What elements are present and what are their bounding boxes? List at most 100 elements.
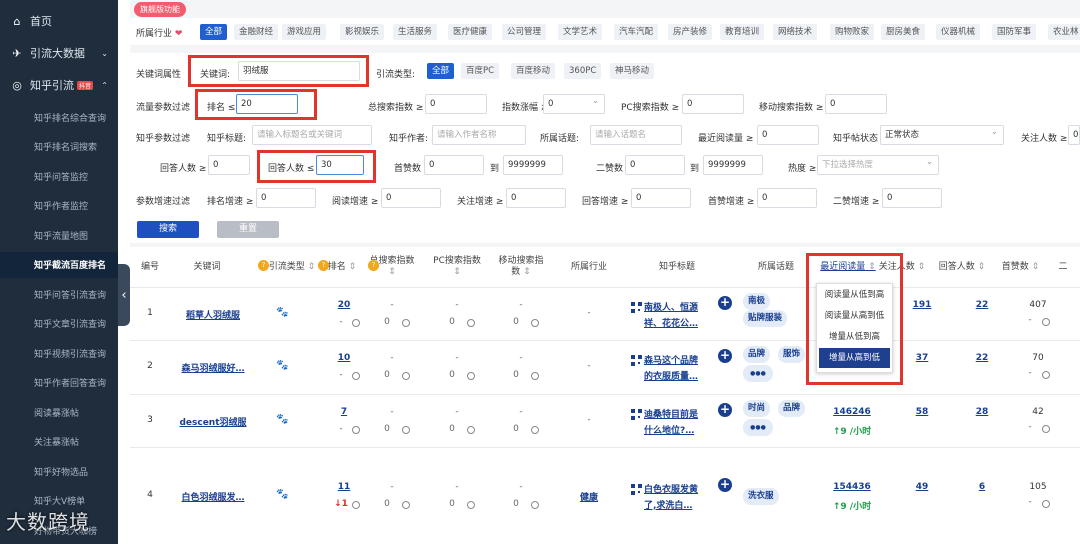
rank-value[interactable]: 7 — [330, 407, 358, 417]
rank-value[interactable]: 20 — [330, 300, 358, 310]
traffic-type-tag[interactable]: 百度移动 — [511, 63, 556, 79]
industry-tag[interactable]: 游戏应用 — [282, 24, 327, 40]
second-likes-to-input[interactable]: 9999999 — [703, 155, 763, 175]
follow-count[interactable]: 58 — [898, 407, 946, 417]
industry-tag[interactable]: 网络技术 — [773, 24, 818, 40]
speed-input[interactable]: 0 — [256, 188, 316, 208]
zhihu-title-line1[interactable]: 南极人、恒源 — [644, 300, 706, 313]
speed-input[interactable]: 0 — [506, 188, 566, 208]
zhihu-title-line1[interactable]: 白色衣服发黄 — [644, 482, 706, 495]
keyword-link[interactable]: descent羽绒服 — [168, 415, 258, 428]
industry-value[interactable]: 健康 — [562, 490, 616, 503]
qrcode-icon[interactable] — [631, 355, 642, 366]
speed-input[interactable]: 0 — [757, 188, 817, 208]
sidebar-subitem[interactable]: 知乎截流百度排名 — [0, 251, 118, 278]
industry-tag[interactable]: 教育培训 — [720, 24, 765, 40]
industry-tag[interactable]: 厨房美食 — [881, 24, 926, 40]
rank-value[interactable]: 10 — [330, 353, 358, 363]
topic-input[interactable]: 请输入话题名 — [590, 125, 682, 145]
keyword-link[interactable]: 稻草人羽绒服 — [168, 308, 258, 321]
total-index-input[interactable]: 0 — [425, 94, 487, 114]
second-likes-from-input[interactable]: 0 — [625, 155, 685, 175]
qrcode-icon[interactable] — [631, 483, 642, 495]
qrcode-icon[interactable] — [631, 301, 642, 313]
speed-input[interactable]: 0 — [882, 188, 942, 208]
traffic-type-tag[interactable]: 360PC — [564, 63, 602, 79]
sidebar-subitem[interactable]: 知乎排名词搜索 — [0, 134, 118, 160]
sidebar-item-traffic-data[interactable]: ✈ 引流大数据 ⌄ — [0, 42, 118, 64]
topic-tag[interactable]: 品牌 — [778, 399, 806, 417]
industry-tag[interactable]: 文学艺术 — [558, 24, 603, 40]
sidebar-subitem[interactable]: 知乎好物选品 — [0, 458, 118, 484]
sort-option[interactable]: 阅读量从低到高 — [819, 285, 890, 305]
first-likes-from-input[interactable]: 0 — [424, 155, 484, 175]
zhihu-title-line2[interactable]: 什么地位?… — [644, 423, 706, 436]
sidebar-item-zhihu[interactable]: ◎ 知乎引流 抖音 ⌃ — [0, 74, 118, 96]
rank-value[interactable]: 11 — [330, 482, 358, 492]
answer-count[interactable]: 28 — [958, 407, 1006, 417]
reset-button[interactable]: 重置 — [217, 221, 279, 238]
recent-read-input[interactable]: 0 — [757, 125, 819, 145]
topic-tag[interactable]: 洗衣服 — [743, 487, 779, 505]
zhihu-title-line2[interactable]: 了,求洗白… — [644, 498, 706, 511]
add-icon[interactable]: + — [718, 402, 732, 417]
post-status-select[interactable]: 正常状态 — [880, 125, 1004, 145]
pc-index-input[interactable]: 0 — [682, 94, 744, 114]
sidebar-subitem[interactable]: 知乎作者回答查询 — [0, 370, 118, 396]
speed-input[interactable]: 0 — [631, 188, 691, 208]
industry-tag[interactable]: 影视娱乐 — [340, 24, 385, 40]
industry-tag[interactable]: 农业林 — [1048, 24, 1080, 40]
industry-tag[interactable]: 国防军事 — [992, 24, 1037, 40]
zhihu-title-line2[interactable]: 的衣服质量… — [644, 369, 706, 382]
add-icon[interactable]: + — [718, 349, 732, 363]
industry-tag[interactable]: 全部 — [200, 24, 228, 40]
recent-read-value[interactable]: 154436 — [818, 482, 886, 492]
more-topics-button[interactable]: ●●● — [743, 365, 773, 382]
column-header[interactable]: 总搜索指数? ⇕ — [368, 247, 416, 287]
industry-tag[interactable]: 汽车汽配 — [614, 24, 659, 40]
traffic-type-tag[interactable]: 全部 — [427, 63, 455, 79]
add-icon[interactable]: + — [718, 477, 732, 492]
sidebar-subitem[interactable]: 知乎视频引流查询 — [0, 340, 118, 366]
search-button[interactable]: 搜索 — [137, 221, 199, 238]
sort-option[interactable]: 阅读量从高到低 — [819, 306, 890, 326]
collapse-sidebar-button[interactable]: ‹ — [118, 264, 130, 326]
follow-count[interactable]: 49 — [898, 482, 946, 492]
mobile-index-input[interactable]: 0 — [825, 94, 887, 114]
more-topics-button[interactable]: ●●● — [743, 418, 773, 436]
column-header[interactable]: 二 — [1048, 247, 1078, 287]
sidebar-subitem[interactable]: 知乎文章引流查询 — [0, 311, 118, 337]
industry-tag[interactable]: 公司管理 — [502, 24, 547, 40]
sidebar-subitem[interactable]: 知乎作者监控 — [0, 193, 118, 219]
zhihu-author-input[interactable]: 请输入作者名称 — [432, 125, 526, 145]
column-header[interactable]: 回答人数 ⇕ — [938, 247, 986, 287]
column-header[interactable]: PC搜索指数 ⇕ — [433, 247, 481, 287]
add-icon[interactable]: + — [718, 295, 732, 310]
industry-tag[interactable]: 购物败家 — [830, 24, 875, 40]
sidebar-item-home[interactable]: ⌂ 首页 — [0, 10, 118, 32]
industry-tag[interactable]: 生活服务 — [393, 24, 438, 40]
topic-tag[interactable]: 品牌 — [743, 346, 771, 363]
sidebar-subitem[interactable]: 知乎问答引流查询 — [0, 281, 118, 307]
industry-tag[interactable]: 金融财经 — [234, 24, 279, 40]
follow-input[interactable]: 0 — [1068, 125, 1080, 145]
industry-tag[interactable]: 房产装修 — [668, 24, 713, 40]
sidebar-subitem[interactable]: 关注暴涨帖 — [0, 429, 118, 455]
topic-tag[interactable]: 时尚 — [743, 399, 771, 417]
topic-tag[interactable]: 南极 — [743, 292, 771, 310]
answer-count[interactable]: 6 — [958, 482, 1006, 492]
first-likes-to-input[interactable]: 9999999 — [503, 155, 563, 175]
recent-read-value[interactable]: 146246 — [818, 407, 886, 417]
column-header[interactable]: 排名? ⇕ — [318, 247, 358, 287]
speed-input[interactable]: 0 — [381, 188, 441, 208]
sidebar-subitem[interactable]: 知乎流量地图 — [0, 222, 118, 248]
topic-tag[interactable]: 贴牌服装 — [743, 309, 788, 327]
sidebar-subitem[interactable]: 知乎问答监控 — [0, 163, 118, 189]
sort-option[interactable]: 增量从低到高 — [819, 327, 890, 347]
column-header[interactable]: 首赞数 ⇕ — [998, 247, 1043, 287]
follow-count[interactable]: 191 — [898, 300, 946, 310]
index-growth-select[interactable]: 0 — [543, 94, 605, 114]
traffic-type-tag[interactable]: 神马移动 — [610, 63, 655, 79]
traffic-type-tag[interactable]: 百度PC — [461, 63, 500, 79]
answers-min-input[interactable]: 0 — [208, 155, 250, 175]
